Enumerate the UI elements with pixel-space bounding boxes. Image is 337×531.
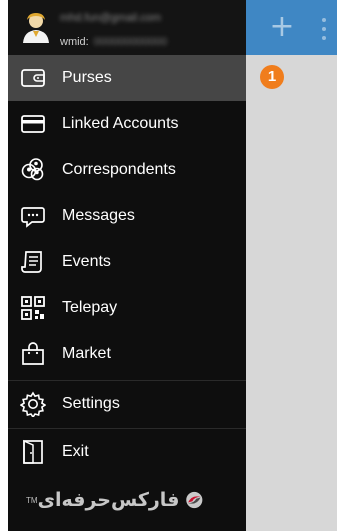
menu-item-exit[interactable]: Exit (8, 429, 246, 475)
wmid-value: 000000000000 (93, 36, 168, 48)
logo-mark-icon (186, 491, 203, 509)
menu-item-messages[interactable]: Messages (8, 193, 246, 239)
gear-icon (20, 391, 46, 417)
card-icon (20, 111, 46, 137)
menu-item-telepay[interactable]: Telepay (8, 285, 246, 331)
menu-label-market: Market (62, 345, 111, 362)
account-email: mhd.fun@gmail.com (60, 12, 162, 24)
watermark-logo: TM فارکس‌حرفه‌ای (24, 484, 204, 516)
bag-icon (20, 341, 46, 367)
door-icon (20, 439, 46, 465)
menu-item-linked-accounts[interactable]: Linked Accounts (8, 101, 246, 147)
menu-item-events[interactable]: Events (8, 239, 246, 285)
menu-label-settings: Settings (62, 395, 120, 412)
more-options-icon[interactable] (321, 18, 327, 40)
menu-item-settings[interactable]: Settings (8, 381, 246, 427)
menu-label-correspondents: Correspondents (62, 161, 176, 178)
menu-label-telepay: Telepay (62, 299, 118, 316)
add-icon[interactable]: + (266, 11, 298, 43)
watermark-text: فارکس‌حرفه‌ای (37, 489, 180, 511)
people-icon (20, 157, 46, 183)
menu-label-events: Events (62, 253, 111, 270)
wmid-label: wmid: (60, 36, 89, 48)
scroll-icon (20, 249, 46, 275)
menu-label-purses: Purses (62, 69, 112, 86)
menu-label-exit: Exit (62, 443, 89, 460)
menu-label-messages: Messages (62, 207, 135, 224)
wallet-icon (20, 65, 46, 91)
menu-item-market[interactable]: Market (8, 331, 246, 377)
chat-icon (20, 203, 46, 229)
avatar-icon (23, 13, 49, 43)
app-toolbar: + (246, 0, 337, 55)
wmid-row: wmid: 000000000000 (60, 36, 167, 49)
navigation-drawer: mhd.fun@gmail.com wmid: 000000000000 Purs… (8, 0, 246, 531)
main-content-area: + 1 (246, 0, 337, 531)
watermark-tm: TM (26, 495, 38, 505)
notification-badge[interactable]: 1 (260, 65, 284, 89)
qr-icon (20, 295, 46, 321)
menu-item-correspondents[interactable]: Correspondents (8, 147, 246, 193)
menu-item-purses[interactable]: Purses (8, 55, 246, 101)
menu-label-linked-accounts: Linked Accounts (62, 115, 179, 132)
account-header[interactable]: mhd.fun@gmail.com wmid: 000000000000 (8, 0, 246, 55)
